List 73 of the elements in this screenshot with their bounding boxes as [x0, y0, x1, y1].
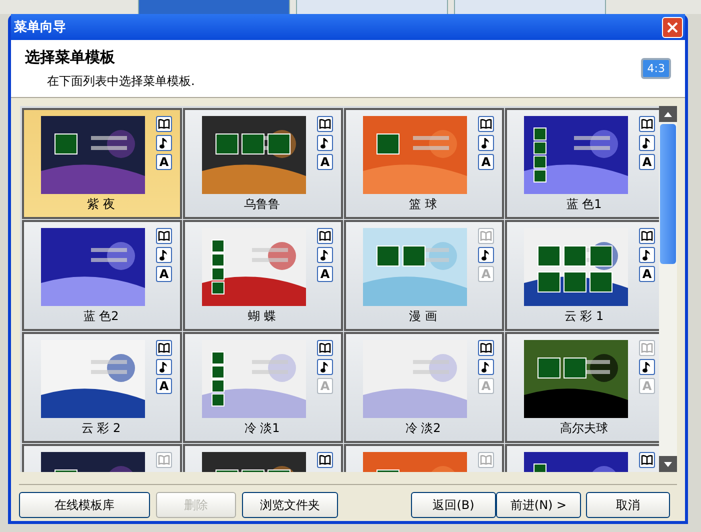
book-icon[interactable] — [317, 340, 333, 356]
template-label: 云 彩 2 — [81, 420, 121, 437]
back-button[interactable]: 返回(B) — [411, 492, 496, 518]
template-tile[interactable]: A 紫 夜 — [22, 108, 182, 219]
template-label: 蓝 色2 — [83, 308, 119, 325]
template-tile[interactable]: A 漫 画 — [344, 220, 504, 331]
header-title: 选择菜单模板 — [25, 48, 116, 66]
music-note-icon[interactable] — [317, 247, 333, 263]
music-note-icon[interactable] — [156, 247, 172, 263]
text-icon[interactable]: A — [317, 154, 333, 170]
scrollbar[interactable] — [659, 106, 677, 472]
template-label: 漫 画 — [409, 308, 437, 325]
book-icon[interactable] — [478, 116, 494, 132]
book-icon[interactable] — [156, 116, 172, 132]
text-icon[interactable]: A — [156, 154, 172, 170]
footer-button[interactable]: 浏览文件夹 — [242, 492, 338, 518]
template-tile[interactable]: A 乌鲁鲁 — [183, 108, 343, 219]
book-icon[interactable] — [639, 116, 655, 132]
music-note-icon[interactable] — [478, 247, 494, 263]
text-icon[interactable]: A — [639, 154, 655, 170]
template-tile[interactable]: A 云 彩 1 — [505, 220, 659, 331]
app-tab[interactable] — [296, 0, 448, 15]
template-label: 冷 淡1 — [244, 420, 280, 437]
footer-button[interactable]: 在线模板库 — [19, 492, 150, 518]
template-label: 蓝 色1 — [566, 196, 602, 213]
text-icon[interactable]: A — [156, 378, 172, 394]
book-icon[interactable] — [639, 452, 655, 468]
scroll-thumb[interactable] — [660, 124, 676, 264]
template-tile[interactable]: A 高尔夫球 — [505, 332, 659, 443]
template-tile[interactable]: A 篮 球 — [344, 108, 504, 219]
next-button[interactable]: 前进(N) > — [496, 492, 581, 518]
music-note-icon[interactable] — [639, 359, 655, 375]
music-note-icon[interactable] — [639, 247, 655, 263]
app-tab[interactable] — [454, 0, 606, 15]
template-tile[interactable]: A 冷 淡2 — [344, 332, 504, 443]
template-label: 篮 球 — [409, 196, 437, 213]
template-tile[interactable]: A 蝴 蝶 — [183, 220, 343, 331]
header-subtitle: 在下面列表中选择菜单模板. — [47, 72, 195, 90]
aspect-ratio-button[interactable]: 4:3 — [641, 58, 671, 79]
template-label: 云 彩 1 — [564, 308, 604, 325]
book-icon[interactable] — [156, 340, 172, 356]
book-icon[interactable] — [478, 340, 494, 356]
book-icon[interactable] — [317, 116, 333, 132]
music-note-icon[interactable] — [478, 135, 494, 151]
scroll-up-icon[interactable] — [659, 106, 677, 122]
template-label: 紫 夜 — [87, 196, 115, 213]
scroll-down-icon[interactable] — [659, 456, 677, 472]
text-icon[interactable]: A — [639, 266, 655, 282]
text-icon[interactable]: A — [478, 154, 494, 170]
book-icon[interactable] — [639, 228, 655, 244]
template-tile[interactable]: A 蓝 色1 — [505, 108, 659, 219]
template-label: 高尔夫球 — [560, 420, 608, 437]
music-note-icon[interactable] — [639, 135, 655, 151]
music-note-icon[interactable] — [317, 135, 333, 151]
close-icon — [667, 22, 678, 32]
book-icon[interactable] — [156, 228, 172, 244]
template-tile[interactable]: A 冷 淡1 — [183, 332, 343, 443]
text-icon[interactable]: A — [156, 266, 172, 282]
music-note-icon[interactable] — [317, 359, 333, 375]
book-icon[interactable] — [317, 452, 333, 468]
template-label: 冷 淡2 — [405, 420, 441, 437]
music-note-icon[interactable] — [156, 359, 172, 375]
music-note-icon[interactable] — [156, 135, 172, 151]
template-tile[interactable]: A 蓝 色2 — [22, 220, 182, 331]
book-icon[interactable] — [317, 228, 333, 244]
music-note-icon[interactable] — [478, 359, 494, 375]
cancel-button[interactable]: 取消 — [586, 492, 670, 518]
template-label: 蝴 蝶 — [248, 308, 276, 325]
template-tile[interactable]: A 云 彩 2 — [22, 332, 182, 443]
close-button[interactable] — [662, 16, 683, 38]
template-label: 乌鲁鲁 — [244, 196, 280, 213]
text-icon[interactable]: A — [317, 266, 333, 282]
window-title: 菜单向导 — [14, 19, 66, 36]
